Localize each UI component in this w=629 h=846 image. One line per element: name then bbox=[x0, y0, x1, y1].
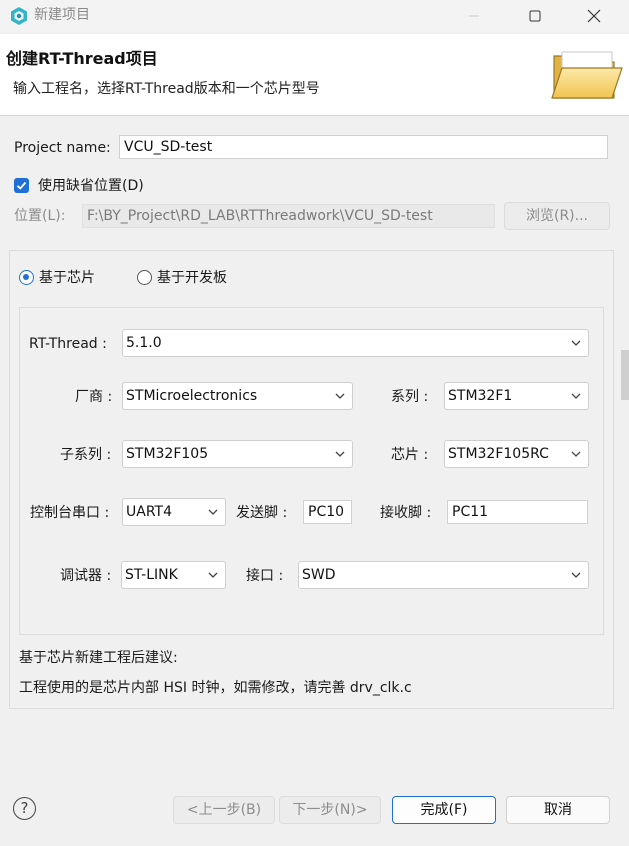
series-select[interactable]: STM32F1 bbox=[444, 382, 589, 410]
tx-pin-label: 发送脚 : bbox=[236, 505, 288, 521]
series-value: STM32F1 bbox=[448, 388, 513, 404]
radio-board-label: 基于开发板 bbox=[157, 270, 227, 286]
banner-subtitle: 输入工程名，选择RT-Thread版本和一个芯片型号 bbox=[13, 81, 320, 97]
location-label: 位置(L): bbox=[14, 208, 66, 224]
finish-button[interactable]: 完成(F) bbox=[392, 796, 496, 824]
close-button[interactable] bbox=[574, 4, 614, 28]
default-location-label: 使用缺省位置(D) bbox=[38, 178, 144, 194]
minimize-icon bbox=[469, 15, 479, 17]
minimize-button[interactable] bbox=[454, 4, 494, 28]
next-button[interactable]: 下一步(N)> bbox=[279, 796, 381, 824]
tx-pin-input[interactable]: PC10 bbox=[303, 500, 352, 524]
project-name-input[interactable]: VCU_SD-test bbox=[119, 135, 608, 159]
subseries-value: STM32F105 bbox=[126, 446, 209, 462]
rt-thread-app-icon bbox=[11, 7, 27, 25]
chevron-down-icon bbox=[571, 451, 581, 457]
help-icon[interactable]: ? bbox=[13, 797, 36, 820]
debugger-label: 调试器 : bbox=[60, 568, 112, 584]
browse-button[interactable]: 浏览(R)... bbox=[504, 202, 610, 230]
scrollbar-thumb[interactable] bbox=[621, 350, 629, 400]
folder-icon bbox=[551, 51, 623, 99]
chevron-down-icon bbox=[571, 572, 581, 578]
cancel-button[interactable]: 取消 bbox=[506, 796, 610, 824]
chevron-down-icon bbox=[208, 572, 218, 578]
maximize-button[interactable] bbox=[515, 4, 555, 28]
subseries-label: 子系列 : bbox=[60, 447, 112, 463]
console-uart-label: 控制台串口 : bbox=[30, 505, 110, 521]
chevron-down-icon bbox=[571, 340, 581, 346]
chevron-down-icon bbox=[571, 393, 581, 399]
close-icon bbox=[587, 9, 601, 23]
wizard-banner: 创建RT-Thread项目 输入工程名，选择RT-Thread版本和一个芯片型号 bbox=[0, 34, 629, 116]
series-label: 系列 : bbox=[391, 389, 429, 405]
back-button[interactable]: <上一步(B) bbox=[173, 796, 275, 824]
interface-value: SWD bbox=[302, 567, 336, 583]
console-uart-value: UART4 bbox=[126, 504, 172, 520]
subseries-select[interactable]: STM32F105 bbox=[122, 440, 353, 468]
advice-heading: 基于芯片新建工程后建议: bbox=[19, 650, 178, 666]
debugger-select[interactable]: ST-LINK bbox=[121, 561, 226, 589]
project-name-label: Project name: bbox=[14, 140, 111, 156]
vendor-value: STMicroelectronics bbox=[126, 388, 258, 404]
rtthread-version-value: 5.1.0 bbox=[126, 335, 162, 351]
console-uart-select[interactable]: UART4 bbox=[122, 498, 226, 526]
banner-title: 创建RT-Thread项目 bbox=[6, 49, 158, 68]
default-location-checkbox[interactable] bbox=[14, 178, 29, 193]
rx-pin-input[interactable]: PC11 bbox=[447, 500, 588, 524]
chip-value: STM32F105RC bbox=[448, 446, 549, 462]
radio-based-on-board[interactable] bbox=[137, 270, 152, 285]
checkmark-icon bbox=[16, 181, 27, 190]
rtthread-version-select[interactable]: 5.1.0 bbox=[122, 329, 589, 357]
advice-text: 工程使用的是芯片内部 HSI 时钟，如需修改，请完善 drv_clk.c bbox=[19, 680, 412, 696]
chip-select[interactable]: STM32F105RC bbox=[444, 440, 589, 468]
chevron-down-icon bbox=[208, 509, 218, 515]
rtthread-version-label: RT-Thread : bbox=[29, 336, 107, 352]
chevron-down-icon bbox=[335, 451, 345, 457]
maximize-icon bbox=[529, 10, 541, 22]
rx-pin-label: 接收脚 : bbox=[380, 505, 432, 521]
radio-based-on-chip[interactable] bbox=[19, 270, 34, 285]
vendor-select[interactable]: STMicroelectronics bbox=[122, 382, 353, 410]
vendor-label: 厂商 : bbox=[75, 389, 113, 405]
window-title: 新建项目 bbox=[34, 7, 90, 23]
location-input[interactable]: F:\BY_Project\RD_LAB\RTThreadwork\VCU_SD… bbox=[82, 204, 495, 228]
radio-chip-label: 基于芯片 bbox=[39, 270, 95, 286]
chip-label: 芯片 : bbox=[391, 447, 429, 463]
debugger-value: ST-LINK bbox=[125, 567, 178, 583]
chevron-down-icon bbox=[335, 393, 345, 399]
interface-select[interactable]: SWD bbox=[298, 561, 589, 589]
interface-label: 接口 : bbox=[246, 568, 284, 584]
